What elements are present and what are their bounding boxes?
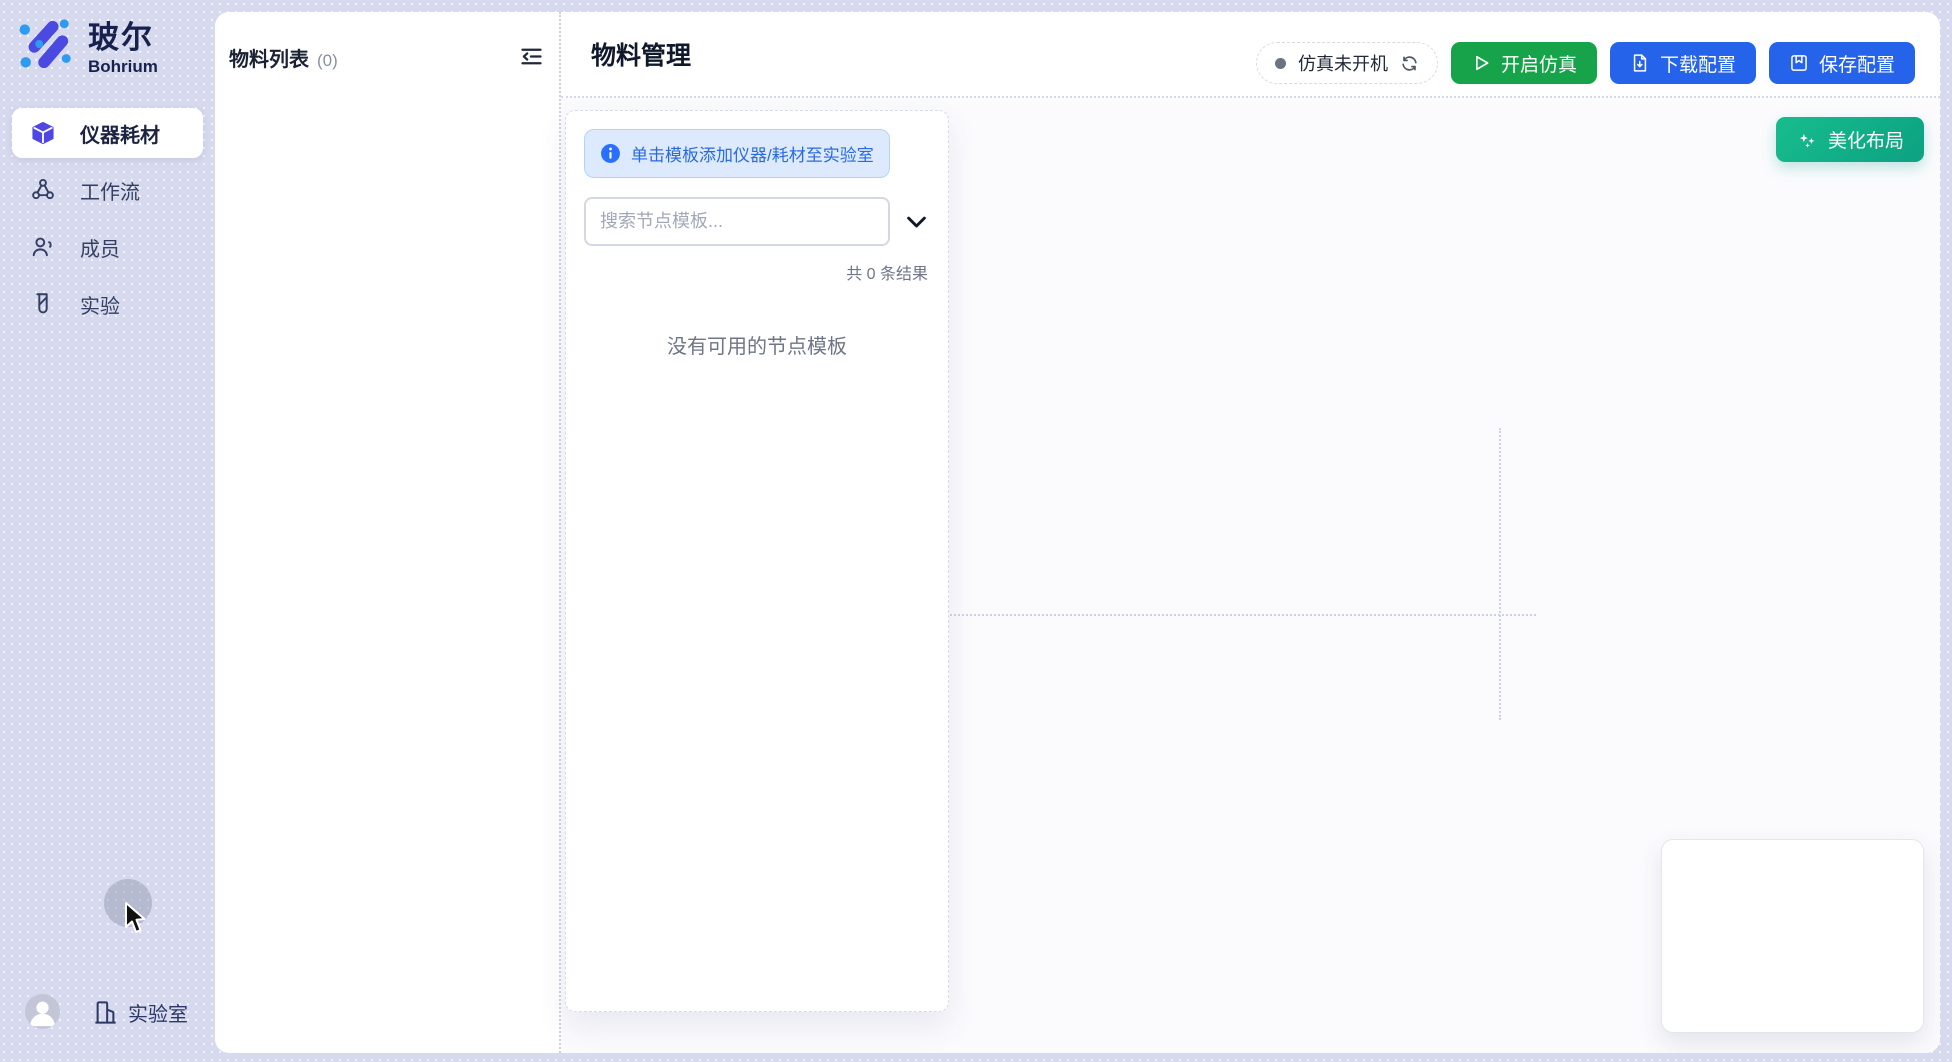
chevron-down-icon[interactable] (903, 208, 930, 235)
brand-name-zh: 玻尔 (88, 21, 158, 55)
workflow-icon (30, 177, 56, 203)
save-icon (1789, 53, 1809, 73)
building-icon (92, 999, 119, 1026)
canvas-guide-line-vertical (1499, 428, 1501, 720)
brand-logo: 玻尔 Bohrium (18, 15, 158, 77)
download-config-button[interactable]: 下载配置 (1610, 42, 1756, 84)
brand-name-en: Bohrium (88, 57, 158, 77)
collapse-panel-icon[interactable] (518, 43, 545, 70)
sidebar-item-label: 实验 (80, 290, 120, 319)
sidebar-item-experiment[interactable]: 实验 (12, 279, 203, 329)
start-simulation-label: 开启仿真 (1501, 50, 1577, 77)
search-row (584, 197, 930, 246)
start-simulation-button[interactable]: 开启仿真 (1451, 42, 1597, 84)
sidebar-item-label: 工作流 (80, 176, 140, 205)
members-icon (30, 234, 56, 260)
empty-templates-text: 没有可用的节点模板 (584, 330, 930, 359)
material-list-count: (0) (317, 51, 338, 70)
result-count: 共 0 条结果 (584, 260, 930, 284)
lab-label: 实验室 (128, 998, 188, 1027)
sidebar-item-label: 仪器耗材 (80, 119, 160, 148)
save-config-button[interactable]: 保存配置 (1769, 42, 1915, 84)
download-config-label: 下载配置 (1660, 50, 1736, 77)
sidebar: 玻尔 Bohrium 仪器耗材 工作流 成员 (0, 0, 215, 1062)
sidebar-nav: 仪器耗材 工作流 成员 实验 (12, 108, 203, 336)
cube-icon (30, 120, 56, 146)
save-config-label: 保存配置 (1819, 50, 1895, 77)
beautify-layout-button[interactable]: 美化布局 (1776, 117, 1924, 162)
lab-link[interactable]: 实验室 (92, 998, 188, 1027)
avatar[interactable] (25, 994, 60, 1029)
search-input[interactable] (584, 197, 890, 246)
sidebar-item-label: 成员 (80, 233, 120, 262)
sparkles-icon (1796, 129, 1818, 151)
page-title: 物料管理 (591, 36, 691, 72)
experiment-icon (30, 291, 56, 317)
person-icon (25, 994, 60, 1029)
flow-canvas[interactable]: 单击模板添加仪器/耗材至实验室 共 0 条结果 没有可用的节点模板 美 (561, 98, 1940, 1053)
header-actions: 仿真未开机 开启仿真 (1256, 42, 1915, 84)
simulation-status-pill: 仿真未开机 (1256, 42, 1438, 84)
sidebar-footer: 实验室 (0, 994, 215, 1034)
cursor-pointer (123, 901, 150, 935)
material-list-panel: 物料列表(0) (215, 12, 561, 1053)
material-management-panel: 物料管理 仿真未开机 开启仿真 (561, 12, 1940, 1053)
bohrium-logo-icon (18, 15, 72, 75)
info-icon (600, 143, 621, 164)
node-template-panel: 单击模板添加仪器/耗材至实验室 共 0 条结果 没有可用的节点模板 (565, 110, 949, 1012)
hint-text: 单击模板添加仪器/耗材至实验室 (631, 141, 874, 166)
canvas-guide-line-horizontal (950, 614, 1536, 616)
file-download-icon (1630, 53, 1650, 73)
status-dot-icon (1275, 58, 1286, 69)
material-list-title: 物料列表(0) (229, 43, 338, 72)
play-icon (1471, 53, 1491, 73)
sidebar-item-instruments[interactable]: 仪器耗材 (12, 108, 203, 158)
beautify-layout-label: 美化布局 (1828, 126, 1904, 153)
status-label: 仿真未开机 (1298, 50, 1388, 76)
main-header: 物料管理 仿真未开机 开启仿真 (561, 12, 1940, 98)
main-card: 物料列表(0) 物料管理 仿真未开机 (215, 12, 1940, 1053)
sidebar-item-workflow[interactable]: 工作流 (12, 165, 203, 215)
sidebar-item-members[interactable]: 成员 (12, 222, 203, 272)
refresh-icon[interactable] (1400, 54, 1419, 73)
hint-banner: 单击模板添加仪器/耗材至实验室 (584, 129, 890, 178)
minimap[interactable] (1661, 839, 1924, 1033)
